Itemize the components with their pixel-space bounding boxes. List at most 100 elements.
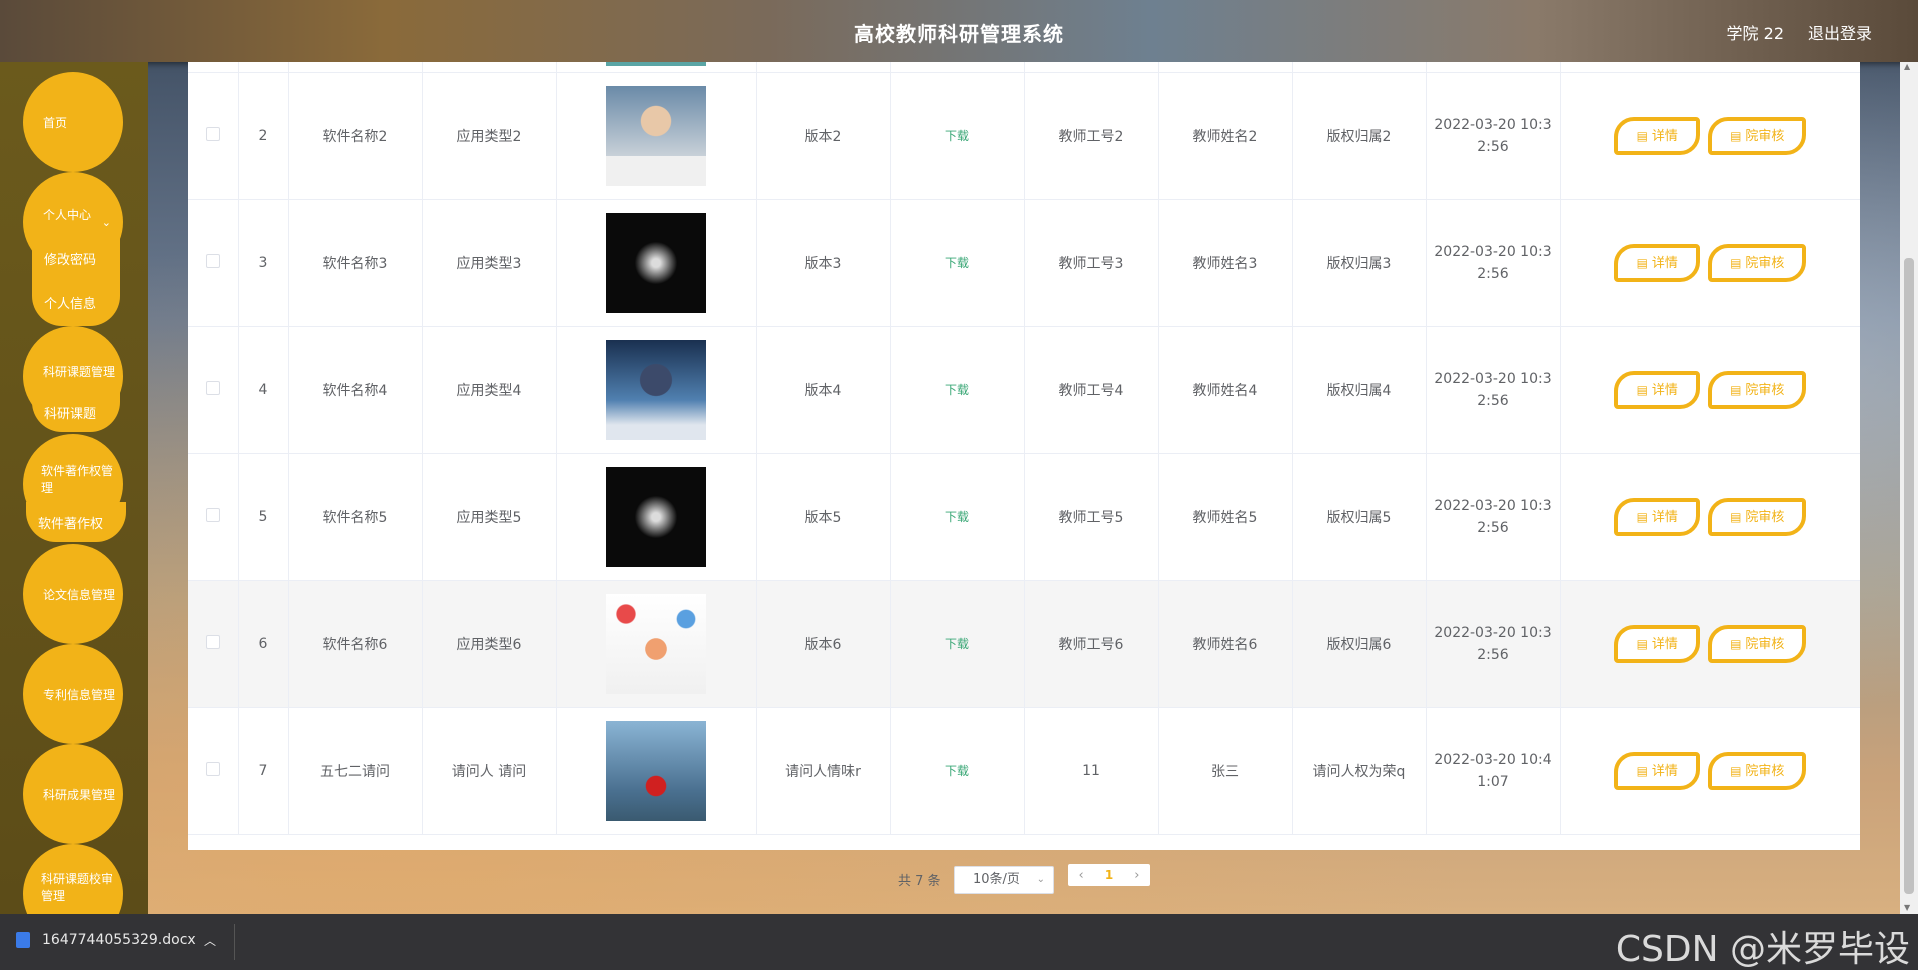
word-document-icon [16,932,30,948]
row-checkbox[interactable] [205,761,220,776]
sidebar-item-label: 专利信息管理 [43,687,116,702]
sidebar-item-patent-info-mgmt[interactable]: 专利信息管理 [23,644,123,744]
copyright-ownership: 请问人权为荣q [1292,707,1427,835]
thumbnail-image [606,339,706,440]
download-link[interactable]: 下载 [945,256,969,270]
sidebar-subitem-change-password[interactable]: 修改密码 [32,238,120,278]
document-icon: ▤ [1730,636,1742,651]
chevron-down-icon: ⌄ [101,216,111,229]
download-file-name: 1647744055329.docx [42,932,196,948]
review-button[interactable]: ▤ 院审核 [1708,624,1807,663]
teacher-id: 教师工号5 [1024,453,1159,581]
teacher-id: 11 [1024,707,1159,835]
sidebar-item-home[interactable]: 首页 [23,72,123,172]
table-row: 5 软件名称5 应用类型5 版本5 下载 教师工号5 教师姓名5 版权归属5 2022-03-2… [188,453,1860,581]
sidebar-item-research-result-mgmt[interactable]: 科研成果管理 [23,744,123,844]
timestamp-line: 2:56 [1477,392,1509,409]
review-button[interactable]: ▤ 院审核 [1708,370,1807,409]
thumbnail-image [606,212,706,313]
table-row: 6 软件名称6 应用类型6 版本6 下载 教师工号6 教师姓名6 版权归属6 2022-03-2… [188,580,1860,708]
detail-button-label: 详情 [1651,636,1678,652]
sidebar-item-topic-review-mgmt[interactable]: 科研课题校审管理 [23,844,123,914]
detail-button[interactable]: ▤ 详情 [1614,624,1701,663]
timestamp-line: 2022-03-20 10:4 [1434,751,1552,768]
scrollbar-thumb[interactable] [1904,258,1914,894]
detail-button[interactable]: ▤ 详情 [1614,243,1701,282]
review-button[interactable]: ▤ 院审核 [1708,243,1807,282]
download-link[interactable]: 下载 [945,510,969,524]
sidebar-subitem-software-copyright[interactable]: 软件著作权 [26,502,126,542]
review-button[interactable]: ▤ 院审核 [1708,116,1807,155]
detail-button[interactable]: ▤ 详情 [1614,370,1701,409]
timestamp-line: 2022-03-20 10:3 [1434,370,1552,387]
scroll-down-icon[interactable]: ▼ [1904,903,1910,912]
application-type: 应用类型5 [422,453,557,581]
timestamp-line: 2:56 [1477,519,1509,536]
teacher-id: 教师工号3 [1024,199,1159,327]
row-checkbox[interactable] [205,253,220,268]
page-number-button[interactable]: 1 [1105,868,1113,882]
chevron-up-icon[interactable]: ︿ [204,932,216,949]
teacher-id: 教师工号4 [1024,326,1159,454]
sidebar-item-label: 科研课题 [44,406,97,422]
download-link[interactable]: 下载 [945,637,969,651]
page-size-select[interactable]: 10条/页 ⌄ [954,866,1054,894]
sidebar-item-label: 软件著作权 [38,516,104,532]
table-row: 3 软件名称3 应用类型3 版本3 下载 教师工号3 教师姓名3 版权归属3 2022-03-2… [188,199,1860,327]
page-size-value: 10条/页 [973,872,1020,887]
sidebar-item-label: 个人中心 [43,207,92,222]
row-checkbox[interactable] [205,507,220,522]
copyright-ownership: 版权归属3 [1292,199,1427,327]
detail-button[interactable]: ▤ 详情 [1614,497,1701,536]
review-button[interactable]: ▤ 院审核 [1708,497,1807,536]
row-index: 3 [238,199,289,327]
thumbnail-image [606,466,706,567]
timestamp: 2022-03-20 10:3 2:56 [1426,72,1561,200]
row-checkbox[interactable] [205,634,220,649]
download-link[interactable]: 下载 [945,129,969,143]
sidebar-item-label: 科研课题校审管理 [41,872,114,903]
download-link[interactable]: 下载 [945,383,969,397]
page-scrollbar[interactable]: ▲ ▼ [1900,62,1918,914]
download-item[interactable]: 1647744055329.docx [16,932,196,948]
timestamp: 2022-03-20 10:3 2:56 [1426,326,1561,454]
timestamp-line: 2022-03-20 10:3 [1434,243,1552,260]
sidebar-item-label: 科研成果管理 [43,787,116,802]
software-name: 软件名称5 [288,453,423,581]
watermark: CSDN @米罗毕设 [1615,929,1910,970]
sidebar-item-paper-info-mgmt[interactable]: 论文信息管理 [23,544,123,644]
table-row: 7 五七二请问 请问人 请问 请问人情味r 下载 11 张三 请问人权为荣q 2022-03-2… [188,707,1860,835]
document-icon: ▤ [1730,255,1742,270]
timestamp: 2022-03-20 10:3 2:56 [1426,453,1561,581]
detail-button[interactable]: ▤ 详情 [1614,751,1701,790]
scroll-up-icon[interactable]: ▲ [1904,62,1910,71]
thumbnail-image [606,720,706,821]
timestamp: 2022-03-20 10:3 2:56 [1426,580,1561,708]
software-name: 五七二请问 [288,707,423,835]
prev-page-button[interactable]: ‹ [1079,868,1084,883]
detail-button[interactable]: ▤ 详情 [1614,116,1701,155]
table-row: 4 软件名称4 应用类型4 版本4 下载 教师工号4 教师姓名4 版权归属4 2022-03-2… [188,326,1860,454]
download-link[interactable]: 下载 [945,764,969,778]
document-icon: ▤ [1636,128,1648,143]
divider [234,924,235,960]
top-header: 高校教师科研管理系统 学院 22 退出登录 [0,0,1918,62]
copyright-ownership: 版权归属2 [1292,72,1427,200]
next-page-button[interactable]: › [1134,868,1139,883]
application-type: 应用类型4 [422,326,557,454]
row-checkbox[interactable] [205,380,220,395]
sidebar-item-label: 个人信息 [44,296,97,312]
copyright-ownership: 版权归属4 [1292,326,1427,454]
logout-button[interactable]: 退出登录 [1808,20,1872,44]
document-icon: ▤ [1730,128,1742,143]
row-checkbox[interactable] [205,126,220,141]
download-bar: 1647744055329.docx ︿ CSDN @米罗毕设 [0,914,1918,970]
review-button[interactable]: ▤ 院审核 [1708,751,1807,790]
timestamp-line: 2:56 [1477,138,1509,155]
thumbnail-image [606,593,706,694]
table-row: 2 软件名称2 应用类型2 版本2 下载 教师工号2 教师姓名2 版权归属2 2022-03-2… [188,72,1860,200]
sidebar-item-label: 科研课题管理 [43,364,116,379]
pagination-total: 共 7 条 [898,874,941,889]
sidebar-subitem-research-topic[interactable]: 科研课题 [32,392,120,432]
sidebar-subitem-personal-info[interactable]: 个人信息 [32,278,120,326]
